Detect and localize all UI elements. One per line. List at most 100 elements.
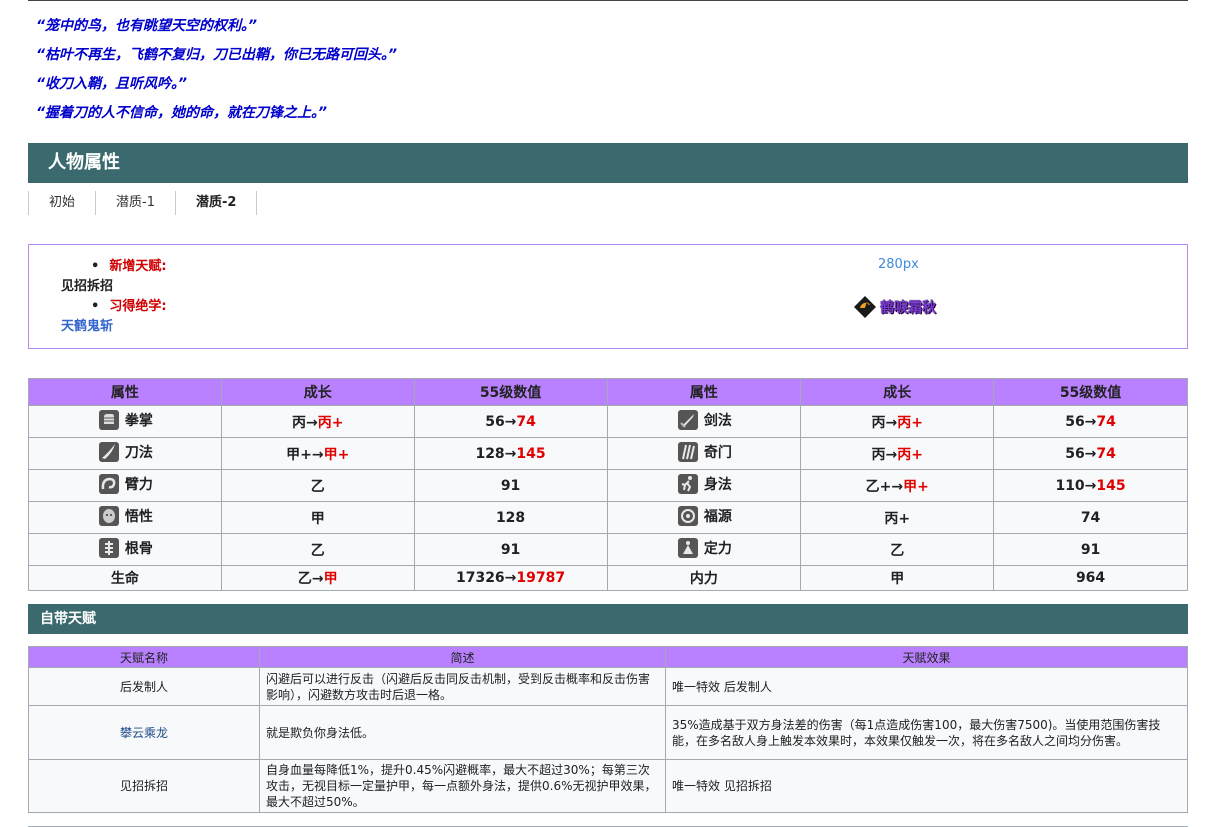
- attr-value: 110→145: [993, 469, 1188, 502]
- col-attribute: 属性: [28, 378, 222, 406]
- attr-name: 定力: [703, 540, 732, 557]
- attr-name: 奇门: [703, 444, 732, 461]
- table-row: 悟性 甲 128 福源 丙+ 74: [28, 501, 1188, 534]
- talent-name-link[interactable]: 攀云乘龙: [28, 705, 260, 760]
- growth-from: 乙: [310, 478, 325, 495]
- col-growth: 成长: [220, 378, 415, 406]
- talents-section-title: 自带天赋: [28, 604, 1188, 634]
- value-from: 17326→: [455, 570, 517, 586]
- attr-growth: 乙: [220, 533, 415, 566]
- attr-name-cell: 刀法: [28, 437, 222, 470]
- fist-icon: [98, 409, 119, 430]
- attr-name: 臂力: [124, 476, 153, 493]
- col-talent-effect: 天赋效果: [665, 646, 1188, 668]
- skill-badge-name: 鹤唳霜秋: [880, 300, 936, 316]
- talent-name: 后发制人: [28, 667, 260, 706]
- attr-value: 56→74: [993, 437, 1188, 470]
- table-row: 根骨 乙 91 定力 乙 91: [28, 533, 1188, 566]
- col-level55: 55级数值: [413, 378, 608, 406]
- bone-icon: [98, 537, 119, 558]
- col-talent-desc: 简述: [259, 646, 666, 668]
- potential-tabs: 初始 潜质-1 潜质-2: [28, 191, 258, 215]
- attr-label: 定力: [676, 536, 732, 560]
- growth-from: 乙: [310, 542, 325, 559]
- claw-icon: [677, 441, 698, 462]
- attr-value: 91: [413, 469, 608, 502]
- attr-label: 拳掌: [97, 408, 153, 432]
- growth-to: 甲: [323, 571, 338, 587]
- value-from: 56→: [485, 413, 517, 430]
- attr-name: 身法: [703, 476, 732, 493]
- learned-skill-link[interactable]: 天鹤鬼斩: [61, 319, 113, 334]
- value-from: 56→: [1065, 413, 1097, 430]
- growth-to: 丙+: [897, 414, 923, 431]
- runner-icon: [677, 473, 698, 494]
- attr-name-cell: 臂力: [28, 469, 222, 502]
- attr-growth: 乙: [220, 469, 415, 502]
- attr-value: 56→74: [413, 405, 608, 438]
- value-from: 91: [500, 477, 521, 494]
- value-from: 128: [495, 509, 526, 526]
- attr-label: 奇门: [676, 440, 732, 464]
- col-growth: 成长: [800, 378, 995, 406]
- fortune-icon: [677, 505, 698, 526]
- talent-desc: 闪避后可以进行反击（闪避后反击同反击机制，受到反击概率和反击伤害影响），闪避数方…: [259, 667, 666, 706]
- attr-label: 刀法: [97, 440, 153, 464]
- col-attribute: 属性: [606, 378, 802, 406]
- skill-badge[interactable]: 鹤唳霜秋: [853, 295, 936, 319]
- growth-to: 丙+: [897, 446, 923, 463]
- potential-info-list: 新增天赋: 见招拆招 习得绝学: 天鹤鬼斩: [61, 257, 167, 337]
- talent-effect: 唯一特效 见招拆招: [665, 759, 1188, 813]
- attr-label: 身法: [676, 472, 732, 496]
- value-from: 74: [1080, 509, 1101, 526]
- growth-to: 甲+: [903, 478, 929, 495]
- blade-icon: [98, 441, 119, 462]
- growth-from: 丙→: [871, 414, 898, 431]
- attr-value: 128→145: [413, 437, 608, 470]
- attributes-section-title: 人物属性: [28, 143, 1188, 183]
- attr-value: 128: [413, 501, 608, 534]
- image-size-text: 280px: [878, 257, 919, 272]
- attr-value: 56→74: [993, 405, 1188, 438]
- tab-potential-1[interactable]: 潜质-1: [96, 191, 176, 215]
- table-row: 后发制人 闪避后可以进行反击（闪避后反击同反击机制，受到反击概率和反击伤害影响）…: [28, 667, 1188, 706]
- attr-label: 福源: [676, 504, 732, 528]
- attr-label: 悟性: [97, 504, 153, 528]
- attr-name-cell: 奇门: [606, 437, 802, 470]
- attr-value: 91: [993, 533, 1188, 566]
- talent-effect: 35%造成基于双方身法差的伤害（每1点造成伤害100，最大伤害7500)。当使用…: [665, 705, 1188, 760]
- attr-value: 91: [413, 533, 608, 566]
- attr-growth: 乙: [800, 533, 995, 566]
- col-talent-name: 天赋名称: [28, 646, 260, 668]
- value-from: 56→: [1065, 445, 1097, 462]
- attr-growth: 乙→甲: [220, 565, 415, 591]
- attr-growth: 乙+→甲+: [800, 469, 995, 502]
- attr-name-cell: 拳掌: [28, 405, 222, 438]
- quote-line: “握着刀的人不信命，她的命，就在刀锋之上。”: [36, 105, 328, 121]
- attr-name-cell: 剑法: [606, 405, 802, 438]
- attr-growth: 丙→丙+: [800, 437, 995, 470]
- attr-name: 剑法: [703, 412, 732, 429]
- attr-value: 17326→19787: [413, 565, 608, 591]
- quote-line: “枯叶不再生，飞鹤不复归，刀已出鞘，你已无路可回头。”: [36, 47, 398, 63]
- tab-potential-2[interactable]: 潜质-2: [176, 191, 258, 215]
- attr-name: 内力: [606, 565, 802, 591]
- quote-line: “笼中的鸟，也有眺望天空的权利。”: [36, 18, 258, 34]
- talents-table: 天赋名称 简述 天赋效果 后发制人 闪避后可以进行反击（闪避后反击同反击机制，受…: [28, 646, 1188, 813]
- attr-growth: 甲: [220, 501, 415, 534]
- growth-from: 丙→: [291, 414, 318, 431]
- crane-skill-icon: [854, 296, 876, 318]
- attr-name: 悟性: [124, 508, 153, 525]
- potential-infobox: 新增天赋: 见招拆招 习得绝学: 天鹤鬼斩 280px 鹤唳霜秋: [28, 244, 1188, 349]
- attr-value: 74: [993, 501, 1188, 534]
- attr-growth: 丙→丙+: [220, 405, 415, 438]
- value-to: 145: [1096, 477, 1126, 494]
- value-to: 74: [1096, 445, 1116, 462]
- attr-label: 臂力: [97, 472, 153, 496]
- value-from: 110→: [1055, 477, 1097, 494]
- arm-icon: [98, 473, 119, 494]
- mind-icon: [98, 505, 119, 526]
- tab-initial[interactable]: 初始: [29, 191, 97, 215]
- growth-to: 丙+: [317, 414, 344, 431]
- growth-from: 乙: [890, 542, 905, 559]
